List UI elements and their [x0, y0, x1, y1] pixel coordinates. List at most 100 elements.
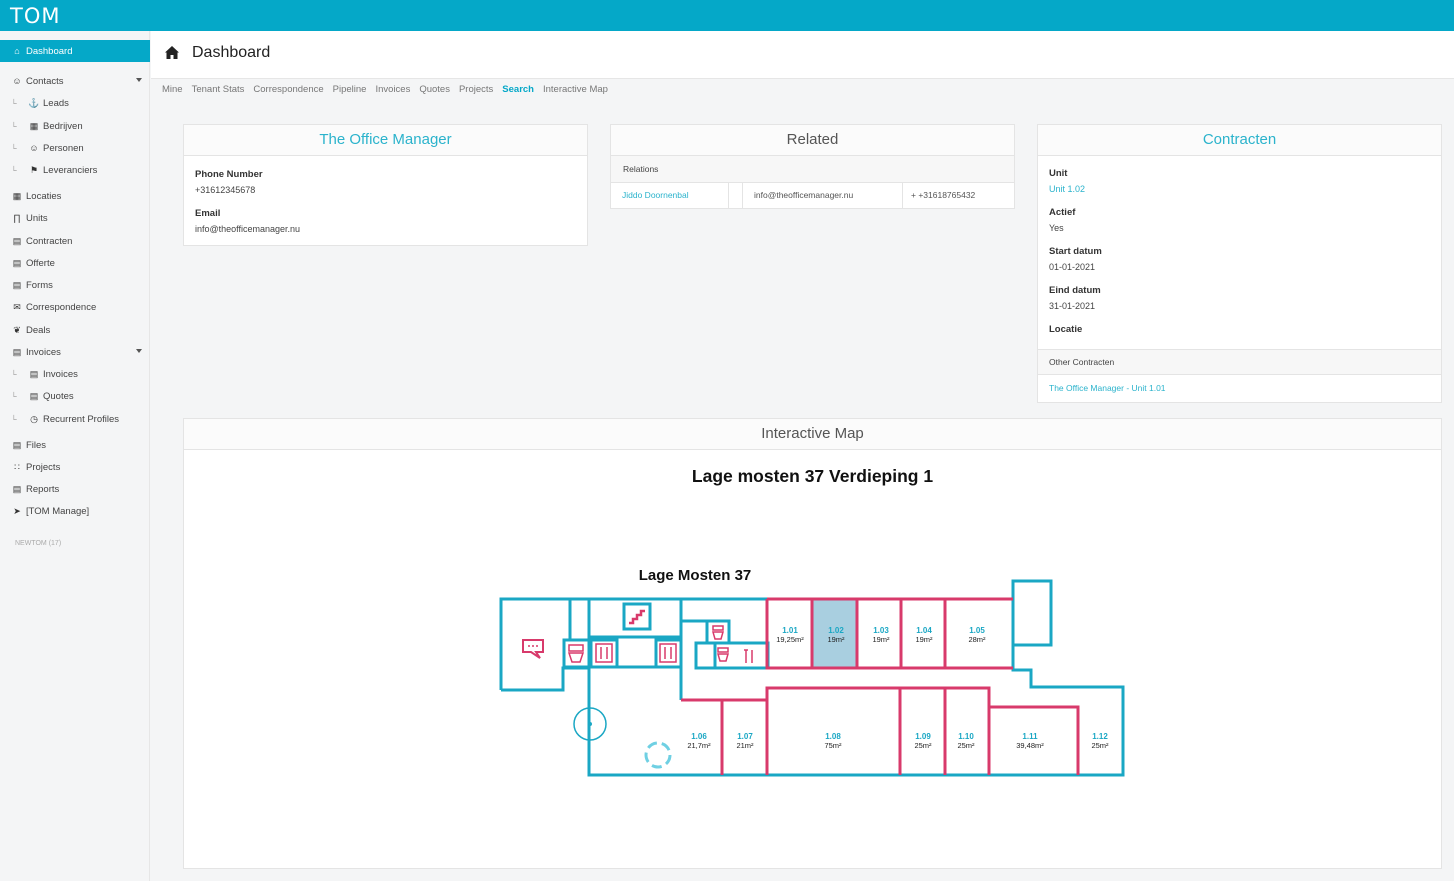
- relation-name-link[interactable]: Jiddo Doornenbal: [611, 183, 729, 208]
- sidebar-item-personen-sub[interactable]: └ ☺ Personen: [0, 138, 150, 158]
- tab-correspondence[interactable]: Correspondence: [253, 84, 323, 95]
- building-icon: ▦: [12, 190, 22, 201]
- file-icon: ▤: [12, 235, 22, 246]
- sidebar-item-label: Bedrijven: [43, 120, 83, 132]
- page-title: Dashboard: [192, 44, 271, 61]
- sidebar-item-label: Deals: [26, 324, 51, 336]
- file-icon: ▤: [12, 279, 22, 290]
- sidebar-item-bedrijven-sub[interactable]: └ ▦ Bedrijven: [0, 116, 150, 136]
- phone-label: Phone Number: [195, 169, 263, 180]
- clock-icon: ◷: [30, 413, 38, 424]
- tree-connector: └: [11, 143, 17, 153]
- page-header: Dashboard: [151, 31, 1454, 79]
- map-panel-title: Interactive Map: [184, 419, 1441, 450]
- sidebar-item-label: Offerte: [26, 257, 55, 269]
- email-value: info@theofficemanager.nu: [195, 224, 301, 234]
- users-icon: ☺: [29, 143, 39, 153]
- sidebar-item-label: Forms: [26, 279, 53, 291]
- file-icon: ▤: [12, 483, 22, 494]
- map-panel: Interactive Map Lage mosten 37 Verdiepin…: [183, 418, 1442, 869]
- phone-value: +31612345678: [195, 185, 256, 195]
- other-contracts-header: Other Contracten: [1038, 349, 1441, 375]
- sidebar-item-label: Projects: [26, 461, 61, 473]
- tab-tenant-stats[interactable]: Tenant Stats: [192, 84, 245, 95]
- sidebar-item-contacts[interactable]: ☺ Contacts: [0, 71, 150, 91]
- sidebar-item-label: Quotes: [43, 390, 74, 402]
- home-icon: [165, 46, 179, 59]
- contract-actief-label: Actief: [1049, 207, 1076, 218]
- map-title: Lage mosten 37 Verdieping 1: [691, 466, 934, 486]
- chevron-down-icon: [136, 78, 142, 82]
- sidebar-item-label: Invoices: [43, 368, 78, 380]
- file-icon: ▤: [12, 346, 22, 357]
- subnav: Mine Tenant Stats Correspondence Pipeline In…: [162, 84, 608, 95]
- tree-connector: └: [11, 391, 17, 401]
- contract-unit-label: Unit: [1049, 168, 1068, 179]
- sidebar-item-label: Personen: [43, 142, 84, 154]
- sidebar-item-contracten[interactable]: ▤ Contracten: [0, 231, 150, 251]
- app-logo[interactable]: TOM: [10, 4, 60, 28]
- door-icon: ∏: [13, 213, 21, 223]
- tab-interactive-map[interactable]: Interactive Map: [543, 84, 608, 95]
- sidebar-item-deals[interactable]: ❦ Deals: [0, 320, 150, 340]
- tree-connector: └: [11, 165, 17, 175]
- sidebar-item-quotes-sub[interactable]: └ ▤ Quotes: [0, 386, 150, 406]
- sidebar-item-invoices-sub[interactable]: └ ▤ Invoices: [0, 364, 150, 384]
- tab-mine[interactable]: Mine: [162, 84, 183, 95]
- sidebar-item-files[interactable]: ▤ Files: [0, 435, 150, 455]
- relation-spacer: [729, 183, 743, 208]
- tab-invoices[interactable]: Invoices: [375, 84, 410, 95]
- sidebar-item-recurrent-profiles-sub[interactable]: └ ◷ Recurrent Profiles: [0, 409, 150, 429]
- sidebar-item-leveranciers-sub[interactable]: └ ⚑ Leveranciers: [0, 160, 150, 180]
- sidebar-item-label: Contracten: [26, 235, 73, 247]
- building-icon: ▦: [29, 120, 39, 131]
- sidebar-item-label: Reports: [26, 483, 60, 495]
- related-panel-title: Related: [611, 125, 1014, 156]
- sidebar-item-reports[interactable]: ▤ Reports: [0, 479, 150, 499]
- tab-projects[interactable]: Projects: [459, 84, 493, 95]
- contract-panel-title: Contracten: [1038, 125, 1441, 156]
- handshake-icon: ❦: [13, 324, 21, 335]
- envelope-icon: ✉: [13, 301, 21, 312]
- tree-connector: └: [11, 121, 17, 131]
- tree-connector: └: [11, 369, 17, 379]
- tab-pipeline[interactable]: Pipeline: [333, 84, 367, 95]
- sitemap-icon: ∷: [14, 461, 20, 472]
- sidebar-item-forms[interactable]: ▤ Forms: [0, 275, 150, 295]
- sidebar-item-label: Leveranciers: [43, 164, 98, 176]
- sidebar-item-tom-manage[interactable]: ➤ [TOM Manage]: [0, 501, 150, 521]
- sidebar-item-leads-sub[interactable]: └ ⚓ Leads: [0, 93, 150, 113]
- flag-icon: ⚑: [29, 164, 39, 175]
- contract-actief-value: Yes: [1049, 223, 1064, 233]
- sidebar-item-correspondence[interactable]: ✉ Correspondence: [0, 297, 150, 317]
- contract-start-datum-label: Start datum: [1049, 246, 1102, 257]
- tree-connector: └: [11, 98, 17, 108]
- sidebar-item-invoices[interactable]: ▤ Invoices: [0, 342, 150, 362]
- contract-unit-value[interactable]: Unit 1.02: [1049, 184, 1085, 194]
- relations-header: Relations: [611, 156, 1014, 183]
- sidebar-item-projects[interactable]: ∷ Projects: [0, 457, 150, 477]
- sidebar-item-label: Invoices: [26, 346, 61, 358]
- contract-locatie-label: Locatie: [1049, 324, 1083, 335]
- contract-panel: Contracten Other Contracten The Office M…: [1037, 124, 1442, 403]
- email-label: Email: [195, 208, 221, 219]
- sidebar-item-label: Leads: [43, 97, 69, 109]
- anchor-icon: ⚓: [28, 97, 40, 108]
- other-contract-link[interactable]: The Office Manager - Unit 1.01: [1049, 383, 1166, 393]
- tab-quotes[interactable]: Quotes: [419, 84, 450, 95]
- sidebar-item-label: Files: [26, 439, 47, 451]
- users-icon: ☺: [12, 76, 22, 86]
- sidebar-item-offerte[interactable]: ▤ Offerte: [0, 253, 150, 273]
- sidebar-item-label: Contacts: [26, 75, 64, 87]
- home-icon: ⌂: [14, 46, 20, 56]
- file-icon: ▤: [12, 257, 22, 268]
- chevron-down-icon: [136, 349, 142, 353]
- sidebar-item-dashboard[interactable]: ⌂ Dashboard: [0, 40, 150, 62]
- relation-email: info@theofficemanager.nu: [743, 183, 903, 208]
- sidebar-item-units[interactable]: ∏ Units: [0, 208, 150, 228]
- sidebar-item-locaties[interactable]: ▦ Locaties: [0, 186, 150, 206]
- contract-eind-datum-label: Eind datum: [1049, 285, 1101, 296]
- rocket-icon: ➤: [13, 505, 21, 516]
- tab-search[interactable]: Search: [502, 84, 534, 95]
- sidebar-item-label: Units: [26, 212, 48, 224]
